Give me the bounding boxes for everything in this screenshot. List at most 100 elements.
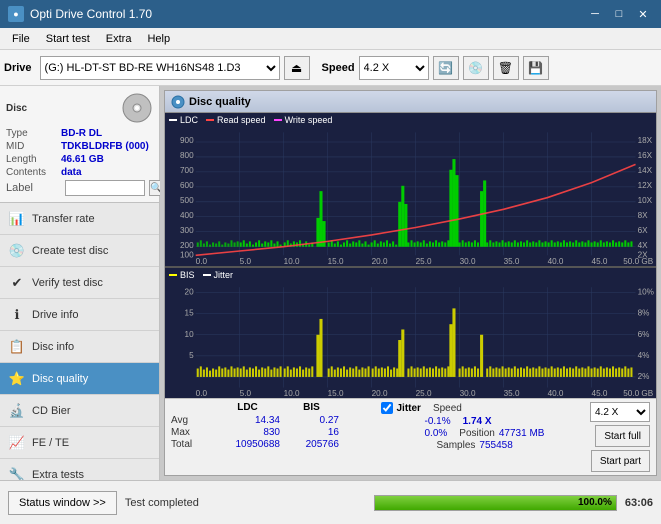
eject-button[interactable]: ⏏ (284, 56, 310, 80)
label-label: Label (6, 182, 61, 194)
menu-file[interactable]: File (4, 31, 38, 47)
start-full-button[interactable]: Start full (595, 425, 650, 447)
svg-text:30.0: 30.0 (460, 388, 476, 398)
svg-text:300: 300 (180, 225, 194, 235)
sidebar-item-verify-test-disc[interactable]: ✔ Verify test disc (0, 267, 159, 299)
menu-help[interactable]: Help (139, 31, 178, 47)
svg-text:600: 600 (180, 180, 194, 190)
disc-quality-header-icon (171, 95, 185, 109)
erase-button[interactable]: 🗑 (493, 56, 519, 80)
svg-text:10.0: 10.0 (284, 388, 300, 398)
sidebar-item-extra-tests[interactable]: 🔧 Extra tests (0, 459, 159, 480)
svg-text:25.0: 25.0 (416, 388, 432, 398)
position-label: Position (459, 428, 495, 439)
start-part-button[interactable]: Start part (591, 450, 650, 472)
svg-text:16X: 16X (638, 150, 653, 160)
refresh-button[interactable]: 🔄 (433, 56, 459, 80)
total-ldc: 10950688 (215, 439, 280, 450)
toolbar: Drive (G:) HL-DT-ST BD-RE WH16NS48 1.D3 … (0, 50, 661, 86)
svg-text:20.0: 20.0 (372, 388, 388, 398)
avg-jitter: -0.1% (425, 416, 451, 427)
create-test-disc-icon: 💿 (8, 242, 26, 260)
status-window-button[interactable]: Status window >> (8, 491, 117, 515)
total-label: Total (171, 439, 211, 450)
svg-text:35.0: 35.0 (504, 256, 520, 266)
nav-label: Disc info (32, 341, 74, 353)
verify-test-disc-icon: ✔ (8, 274, 26, 292)
sidebar-item-disc-quality[interactable]: ⭐ Disc quality (0, 363, 159, 395)
svg-text:15.0: 15.0 (328, 256, 344, 266)
status-text: Test completed (125, 497, 366, 509)
sidebar-item-create-test-disc[interactable]: 💿 Create test disc (0, 235, 159, 267)
length-label: Length (6, 154, 61, 165)
jitter-speed-stats: Jitter Speed -0.1% 1.74 X 0.0% Position … (381, 402, 587, 451)
speed-select-dq[interactable]: 4.2 X (590, 402, 650, 422)
titlebar: ● Opti Drive Control 1.70 ─ □ ✕ (0, 0, 661, 28)
svg-text:10.0: 10.0 (284, 256, 300, 266)
save-button[interactable]: 💾 (523, 56, 549, 80)
minimize-button[interactable]: ─ (585, 6, 605, 22)
contents-value: data (61, 167, 82, 178)
menu-start-test[interactable]: Start test (38, 31, 98, 47)
legend-ldc: LDC (169, 115, 198, 125)
drive-info-icon: ℹ (8, 306, 26, 324)
svg-text:45.0: 45.0 (592, 256, 608, 266)
sidebar-item-transfer-rate[interactable]: 📊 Transfer rate (0, 203, 159, 235)
svg-text:500: 500 (180, 195, 194, 205)
svg-text:700: 700 (180, 165, 194, 175)
stats-header-ldc: LDC (215, 402, 280, 413)
disc-quality-header: Disc quality (165, 91, 656, 113)
max-jitter: 0.0% (425, 428, 448, 439)
speed-stat-label: Speed (433, 403, 462, 414)
svg-text:14X: 14X (638, 165, 653, 175)
nav-label: Extra tests (32, 469, 84, 481)
jitter-checkbox[interactable] (381, 402, 393, 414)
mid-label: MID (6, 141, 61, 152)
svg-text:35.0: 35.0 (504, 388, 520, 398)
svg-text:100: 100 (180, 249, 194, 259)
svg-text:8%: 8% (638, 308, 650, 318)
drive-select[interactable]: (G:) HL-DT-ST BD-RE WH16NS48 1.D3 (40, 56, 280, 80)
svg-text:45.0: 45.0 (592, 388, 608, 398)
maximize-button[interactable]: □ (609, 6, 629, 22)
svg-text:15.0: 15.0 (328, 388, 344, 398)
burn-button[interactable]: 💿 (463, 56, 489, 80)
main-layout: Disc Type BD-R DL MID TDKBLDRFB (000) Le… (0, 86, 661, 480)
label-input[interactable] (65, 180, 145, 196)
menu-extra[interactable]: Extra (98, 31, 140, 47)
max-ldc: 830 (215, 427, 280, 438)
legend-ldc-label: LDC (180, 115, 198, 125)
stats-section: LDC BIS Avg 14.34 0.27 Max 830 16 Tota (165, 398, 656, 475)
disc-info-panel: Disc Type BD-R DL MID TDKBLDRFB (000) Le… (0, 86, 159, 203)
disc-quality-icon: ⭐ (8, 370, 26, 388)
speed-select-toolbar[interactable]: 4.2 X (359, 56, 429, 80)
legend-write-speed: Write speed (274, 115, 333, 125)
svg-text:900: 900 (180, 135, 194, 145)
svg-text:6X: 6X (638, 225, 648, 235)
svg-text:2%: 2% (638, 371, 650, 381)
contents-label: Contents (6, 167, 61, 178)
app-title: Opti Drive Control 1.70 (30, 7, 152, 21)
sidebar-item-cd-bier[interactable]: 🔬 CD Bier (0, 395, 159, 427)
nav-label: Disc quality (32, 373, 88, 385)
nav-label: Drive info (32, 309, 78, 321)
disc-icon (121, 92, 153, 124)
legend-write-speed-label: Write speed (285, 115, 333, 125)
sidebar-nav: 📊 Transfer rate 💿 Create test disc ✔ Ver… (0, 203, 159, 480)
close-button[interactable]: ✕ (633, 6, 653, 22)
length-value: 46.61 GB (61, 154, 104, 165)
nav-label: CD Bier (32, 405, 71, 417)
sidebar-item-fe-te[interactable]: 📈 FE / TE (0, 427, 159, 459)
sidebar-item-disc-info[interactable]: 📋 Disc info (0, 331, 159, 363)
progress-bar-container: 100.0% (374, 495, 617, 511)
svg-text:40.0: 40.0 (548, 388, 564, 398)
fe-te-icon: 📈 (8, 434, 26, 452)
legend-jitter: Jitter (203, 270, 234, 280)
avg-speed: 1.74 X (463, 416, 492, 427)
legend-bis-label: BIS (180, 270, 195, 280)
sidebar-item-drive-info[interactable]: ℹ Drive info (0, 299, 159, 331)
svg-text:50.0 GB: 50.0 GB (623, 256, 653, 266)
sidebar: Disc Type BD-R DL MID TDKBLDRFB (000) Le… (0, 86, 160, 480)
svg-text:400: 400 (180, 210, 194, 220)
svg-text:10: 10 (185, 329, 194, 339)
